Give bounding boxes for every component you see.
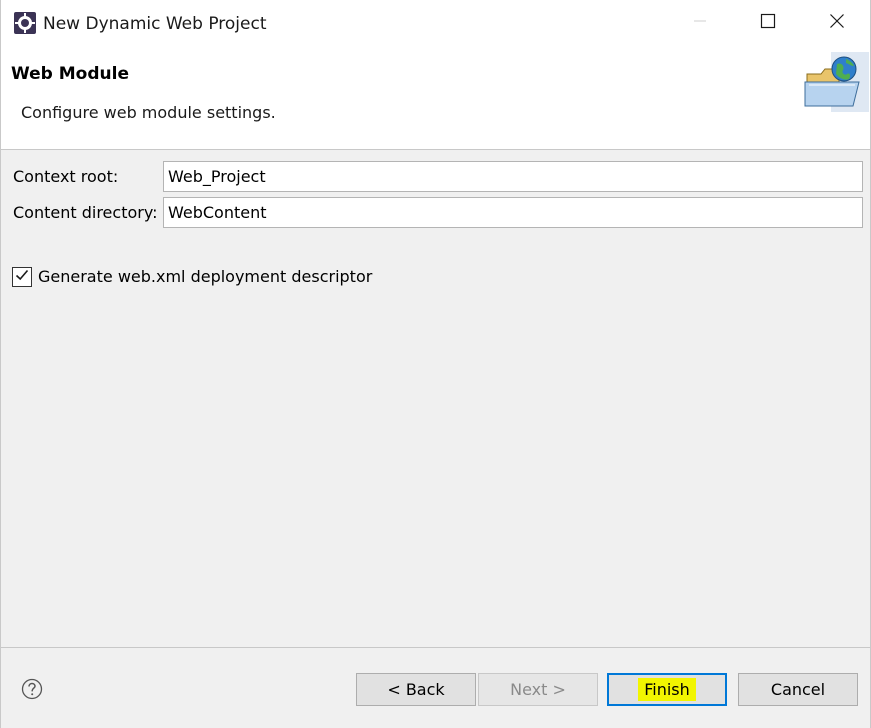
cancel-button[interactable]: Cancel (738, 673, 858, 706)
close-button[interactable] (814, 0, 860, 46)
generate-descriptor-option[interactable]: Generate web.xml deployment descriptor (12, 265, 372, 289)
wizard-banner: Web Module Configure web module settings… (1, 48, 870, 150)
content-directory-row: Content directory: (1, 197, 870, 229)
minimize-icon (692, 13, 708, 33)
content-directory-input[interactable] (163, 197, 863, 228)
generate-descriptor-checkbox[interactable] (12, 267, 32, 287)
help-question-icon[interactable] (21, 678, 43, 700)
page-title: Web Module (11, 64, 129, 84)
footer-divider (1, 647, 870, 648)
eclipse-gear-icon (13, 11, 37, 35)
content-directory-label: Content directory: (13, 203, 158, 222)
finish-button[interactable]: Finish (607, 673, 727, 706)
close-icon (829, 13, 845, 33)
context-root-input[interactable] (163, 161, 863, 192)
page-description: Configure web module settings. (21, 103, 276, 122)
title-bar: New Dynamic Web Project (1, 0, 870, 48)
maximize-button[interactable] (745, 0, 791, 46)
dialog-window: New Dynamic Web Project Web Module Confi… (0, 0, 871, 728)
minimize-button[interactable] (677, 0, 723, 46)
web-folder-globe-icon (801, 52, 869, 112)
generate-descriptor-label[interactable]: Generate web.xml deployment descriptor (38, 265, 372, 289)
context-root-label: Context root: (13, 167, 119, 186)
finish-button-label: Finish (638, 678, 696, 701)
maximize-icon (760, 13, 776, 33)
window-title: New Dynamic Web Project (43, 14, 267, 34)
back-button[interactable]: < Back (356, 673, 476, 706)
checkmark-icon (14, 267, 30, 287)
next-button[interactable]: Next > (478, 673, 598, 706)
context-root-row: Context root: (1, 161, 870, 193)
